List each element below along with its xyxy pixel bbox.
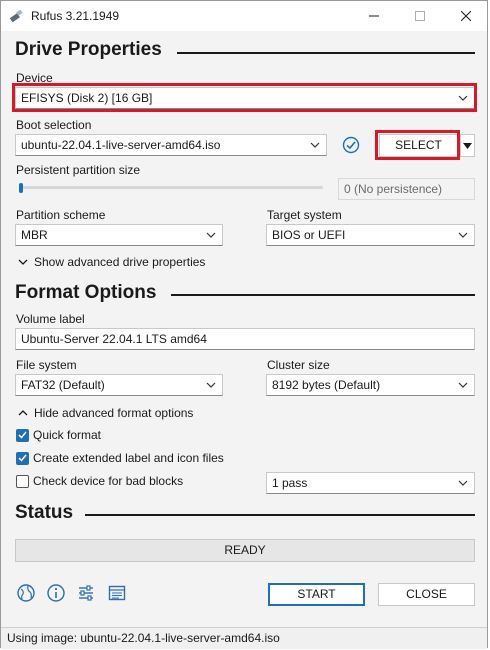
section-divider	[171, 294, 475, 296]
chevron-down-icon	[458, 480, 468, 486]
maximize-icon	[415, 11, 425, 21]
start-button[interactable]: START	[268, 583, 365, 606]
extended-label-checkbox[interactable]: Create extended label and icon files	[16, 451, 224, 465]
rufus-window: Rufus 3.21.1949 Drive Properties Device …	[0, 0, 488, 649]
chevron-down-icon	[206, 382, 216, 388]
minimize-button[interactable]	[351, 1, 397, 31]
hide-advanced-format-toggle[interactable]: Hide advanced format options	[18, 406, 193, 420]
show-advanced-drive-label: Show advanced drive properties	[34, 255, 206, 269]
chevron-down-icon	[206, 232, 216, 238]
close-button[interactable]: CLOSE	[378, 583, 475, 606]
persistent-partition-label: Persistent partition size	[16, 163, 141, 177]
volume-label-input[interactable]: Ubuntu-Server 22.04.1 LTS amd64	[15, 328, 475, 350]
file-system-label: File system	[16, 358, 77, 372]
chevron-up-icon	[18, 410, 28, 416]
show-advanced-drive-toggle[interactable]: Show advanced drive properties	[18, 255, 205, 269]
persistent-partition-slider[interactable]	[19, 186, 323, 189]
device-dropdown[interactable]: EFISYS (Disk 2) [16 GB]	[15, 87, 475, 109]
cluster-size-label: Cluster size	[267, 358, 330, 372]
file-system-dropdown[interactable]: FAT32 (Default)	[15, 374, 223, 396]
device-label: Device	[16, 71, 53, 85]
section-status: Status	[15, 502, 74, 523]
cluster-size-dropdown[interactable]: 8192 bytes (Default)	[266, 374, 475, 396]
chevron-down-icon	[458, 232, 468, 238]
chevron-down-icon	[458, 95, 468, 101]
extended-label-label: Create extended label and icon files	[33, 451, 224, 465]
settings-sliders-icon[interactable]	[76, 583, 96, 603]
usb-drive-icon	[9, 9, 23, 23]
target-system-dropdown[interactable]: BIOS or UEFI	[266, 224, 475, 246]
chevron-down-icon	[310, 142, 320, 148]
section-divider	[177, 52, 475, 54]
partition-scheme-dropdown[interactable]: MBR	[15, 224, 223, 246]
checkbox-unchecked-icon[interactable]	[16, 474, 29, 488]
target-system-label: Target system	[267, 208, 342, 222]
minimize-icon	[369, 15, 379, 17]
checkbox-checked-icon[interactable]	[16, 451, 29, 465]
passes-value: 1 pass	[272, 476, 308, 490]
slider-thumb[interactable]	[19, 183, 23, 193]
boot-selection-dropdown[interactable]: ubuntu-22.04.1-live-server-amd64.iso	[15, 134, 327, 156]
persistent-size-value: 0 (No persistence)	[344, 182, 443, 196]
persistent-size-field: 0 (No persistence)	[338, 178, 475, 200]
target-system-value: BIOS or UEFI	[272, 228, 346, 242]
cluster-size-value: 8192 bytes (Default)	[272, 378, 381, 392]
section-format-options: Format Options	[15, 282, 157, 303]
volume-label-value: Ubuntu-Server 22.04.1 LTS amd64	[21, 332, 207, 346]
chevron-down-icon	[458, 382, 468, 388]
file-system-value: FAT32 (Default)	[21, 378, 105, 392]
status-footer: Using image: ubuntu-22.04.1-live-server-…	[1, 627, 487, 649]
checkbox-checked-icon[interactable]	[16, 428, 29, 442]
quick-format-label: Quick format	[33, 428, 102, 442]
caret-down-icon	[463, 143, 472, 149]
select-button[interactable]: SELECT	[379, 134, 458, 157]
status-progress-bar: READY	[15, 539, 475, 562]
maximize-button	[397, 1, 443, 31]
info-icon[interactable]	[46, 583, 66, 603]
volume-label-label: Volume label	[16, 312, 85, 326]
bad-blocks-label: Check device for bad blocks	[33, 474, 184, 488]
quick-format-checkbox[interactable]: Quick format	[16, 428, 101, 442]
bad-blocks-checkbox[interactable]: Check device for bad blocks	[16, 474, 183, 488]
title-bar: Rufus 3.21.1949	[1, 1, 487, 31]
select-split-button[interactable]	[460, 134, 475, 157]
device-value: EFISYS (Disk 2) [16 GB]	[21, 91, 153, 105]
passes-dropdown[interactable]: 1 pass	[266, 472, 475, 494]
close-window-button[interactable]	[443, 1, 489, 31]
check-hash-icon[interactable]	[342, 136, 360, 154]
hide-advanced-format-label: Hide advanced format options	[34, 406, 194, 420]
section-drive-properties: Drive Properties	[15, 39, 162, 60]
window-title: Rufus 3.21.1949	[31, 9, 120, 23]
partition-scheme-label: Partition scheme	[16, 208, 106, 222]
globe-icon[interactable]	[16, 583, 36, 603]
partition-scheme-value: MBR	[21, 228, 48, 242]
log-icon[interactable]	[107, 583, 127, 603]
boot-selection-value: ubuntu-22.04.1-live-server-amd64.iso	[21, 138, 221, 152]
close-icon	[461, 11, 471, 21]
boot-selection-label: Boot selection	[16, 118, 92, 132]
chevron-down-icon	[18, 259, 28, 265]
section-divider	[85, 514, 475, 516]
